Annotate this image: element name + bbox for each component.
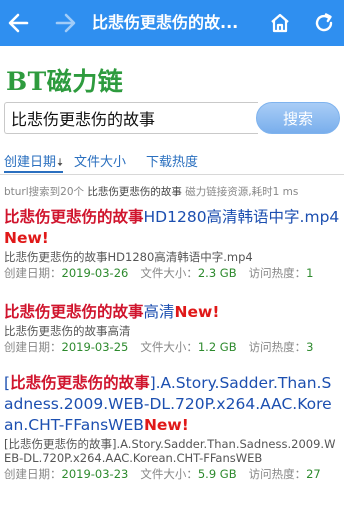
- tab-file-size[interactable]: 文件大小: [74, 151, 126, 173]
- sort-down-icon: 🠇: [57, 156, 64, 169]
- refresh-icon[interactable]: [309, 0, 339, 46]
- result-item: [比悲伤更悲伤的故事].A.Story.Sadder.Than.Sadness.…: [4, 373, 340, 482]
- tab-label: 创建日期: [4, 155, 57, 170]
- search-bar: 搜索: [4, 102, 340, 134]
- size-value: 5.9 GB: [197, 467, 237, 481]
- tab-download-hot[interactable]: 下载热度: [146, 151, 198, 173]
- search-summary: bturl搜索到20个 比悲伤更悲伤的故事 磁力链接资源,耗时1 ms: [4, 184, 298, 199]
- title-rest: 高清: [143, 303, 175, 321]
- result-title-link[interactable]: 比悲伤更悲伤的故事HD1280高清韩语中字.mp4 New!: [4, 207, 340, 249]
- new-badge: New!: [174, 303, 220, 321]
- result-meta: 创建日期：2019-03-26 文件大小：2.3 GB 访问热度：1: [4, 265, 340, 281]
- hot-value: 1: [306, 266, 314, 280]
- hot-label: 访问热度：: [248, 467, 307, 481]
- date-label: 创建日期：: [4, 340, 62, 354]
- title-keyword: 比悲伤更悲伤的故事: [4, 208, 144, 226]
- hot-label: 访问热度：: [248, 266, 307, 280]
- result-title-link[interactable]: [比悲伤更悲伤的故事].A.Story.Sadder.Than.Sadness.…: [4, 373, 340, 436]
- summary-suffix: 磁力链接资源,耗时1 ms: [185, 186, 299, 198]
- summary-keyword: 比悲伤更悲伤的故事: [87, 186, 182, 198]
- date-value: 2019-03-23: [61, 467, 129, 481]
- hot-label: 访问热度：: [248, 340, 307, 354]
- result-filename: 比悲伤更悲伤的故事HD1280高清韩语中字.mp4: [4, 250, 253, 264]
- result-filename: [比悲伤更悲伤的故事].A.Story.Sadder.Than.Sadness.…: [4, 437, 336, 465]
- date-value: 2019-03-25: [61, 340, 129, 354]
- date-value: 2019-03-26: [61, 266, 129, 280]
- back-arrow-icon[interactable]: [4, 0, 32, 46]
- page-title: 比悲伤更悲伤的故...: [92, 13, 239, 32]
- title-rest: HD1280高清韩语中字.mp4: [143, 208, 340, 226]
- date-label: 创建日期：: [4, 266, 62, 280]
- size-label: 文件大小：: [140, 266, 198, 280]
- hot-value: 3: [306, 340, 314, 354]
- search-input[interactable]: [4, 102, 258, 134]
- browser-toolbar: 比悲伤更悲伤的故...: [0, 0, 344, 46]
- title-keyword: 比悲伤更悲伤的故事: [10, 374, 150, 392]
- forward-arrow-icon[interactable]: [52, 0, 80, 46]
- result-title-link[interactable]: 比悲伤更悲伤的故事高清New!: [4, 302, 340, 323]
- tab-created-date[interactable]: 创建日期🠇: [4, 151, 64, 173]
- new-badge: New!: [143, 416, 189, 434]
- size-value: 1.2 GB: [197, 340, 237, 354]
- result-filename: 比悲伤更悲伤的故事高清: [4, 324, 131, 338]
- result-meta: 创建日期：2019-03-23 文件大小：5.9 GB 访问热度：27: [4, 466, 340, 482]
- new-badge: New!: [4, 229, 49, 247]
- summary-prefix: bturl搜索到20个: [4, 186, 85, 198]
- search-button[interactable]: 搜索: [256, 102, 340, 134]
- sort-tabs: 创建日期🠇 文件大小 下载热度: [0, 151, 344, 175]
- result-item: 比悲伤更悲伤的故事HD1280高清韩语中字.mp4 New! 比悲伤更悲伤的故事H…: [4, 207, 340, 281]
- size-label: 文件大小：: [140, 340, 198, 354]
- result-item: 比悲伤更悲伤的故事高清New! 比悲伤更悲伤的故事高清 创建日期：2019-03…: [4, 302, 340, 355]
- size-value: 2.3 GB: [197, 266, 237, 280]
- date-label: 创建日期：: [4, 467, 62, 481]
- site-logo[interactable]: BT磁力链: [6, 62, 123, 98]
- home-icon[interactable]: [265, 0, 295, 46]
- result-meta: 创建日期：2019-03-25 文件大小：1.2 GB 访问热度：3: [4, 339, 340, 355]
- hot-value: 27: [306, 467, 321, 481]
- size-label: 文件大小：: [140, 467, 198, 481]
- title-keyword: 比悲伤更悲伤的故事: [4, 303, 144, 321]
